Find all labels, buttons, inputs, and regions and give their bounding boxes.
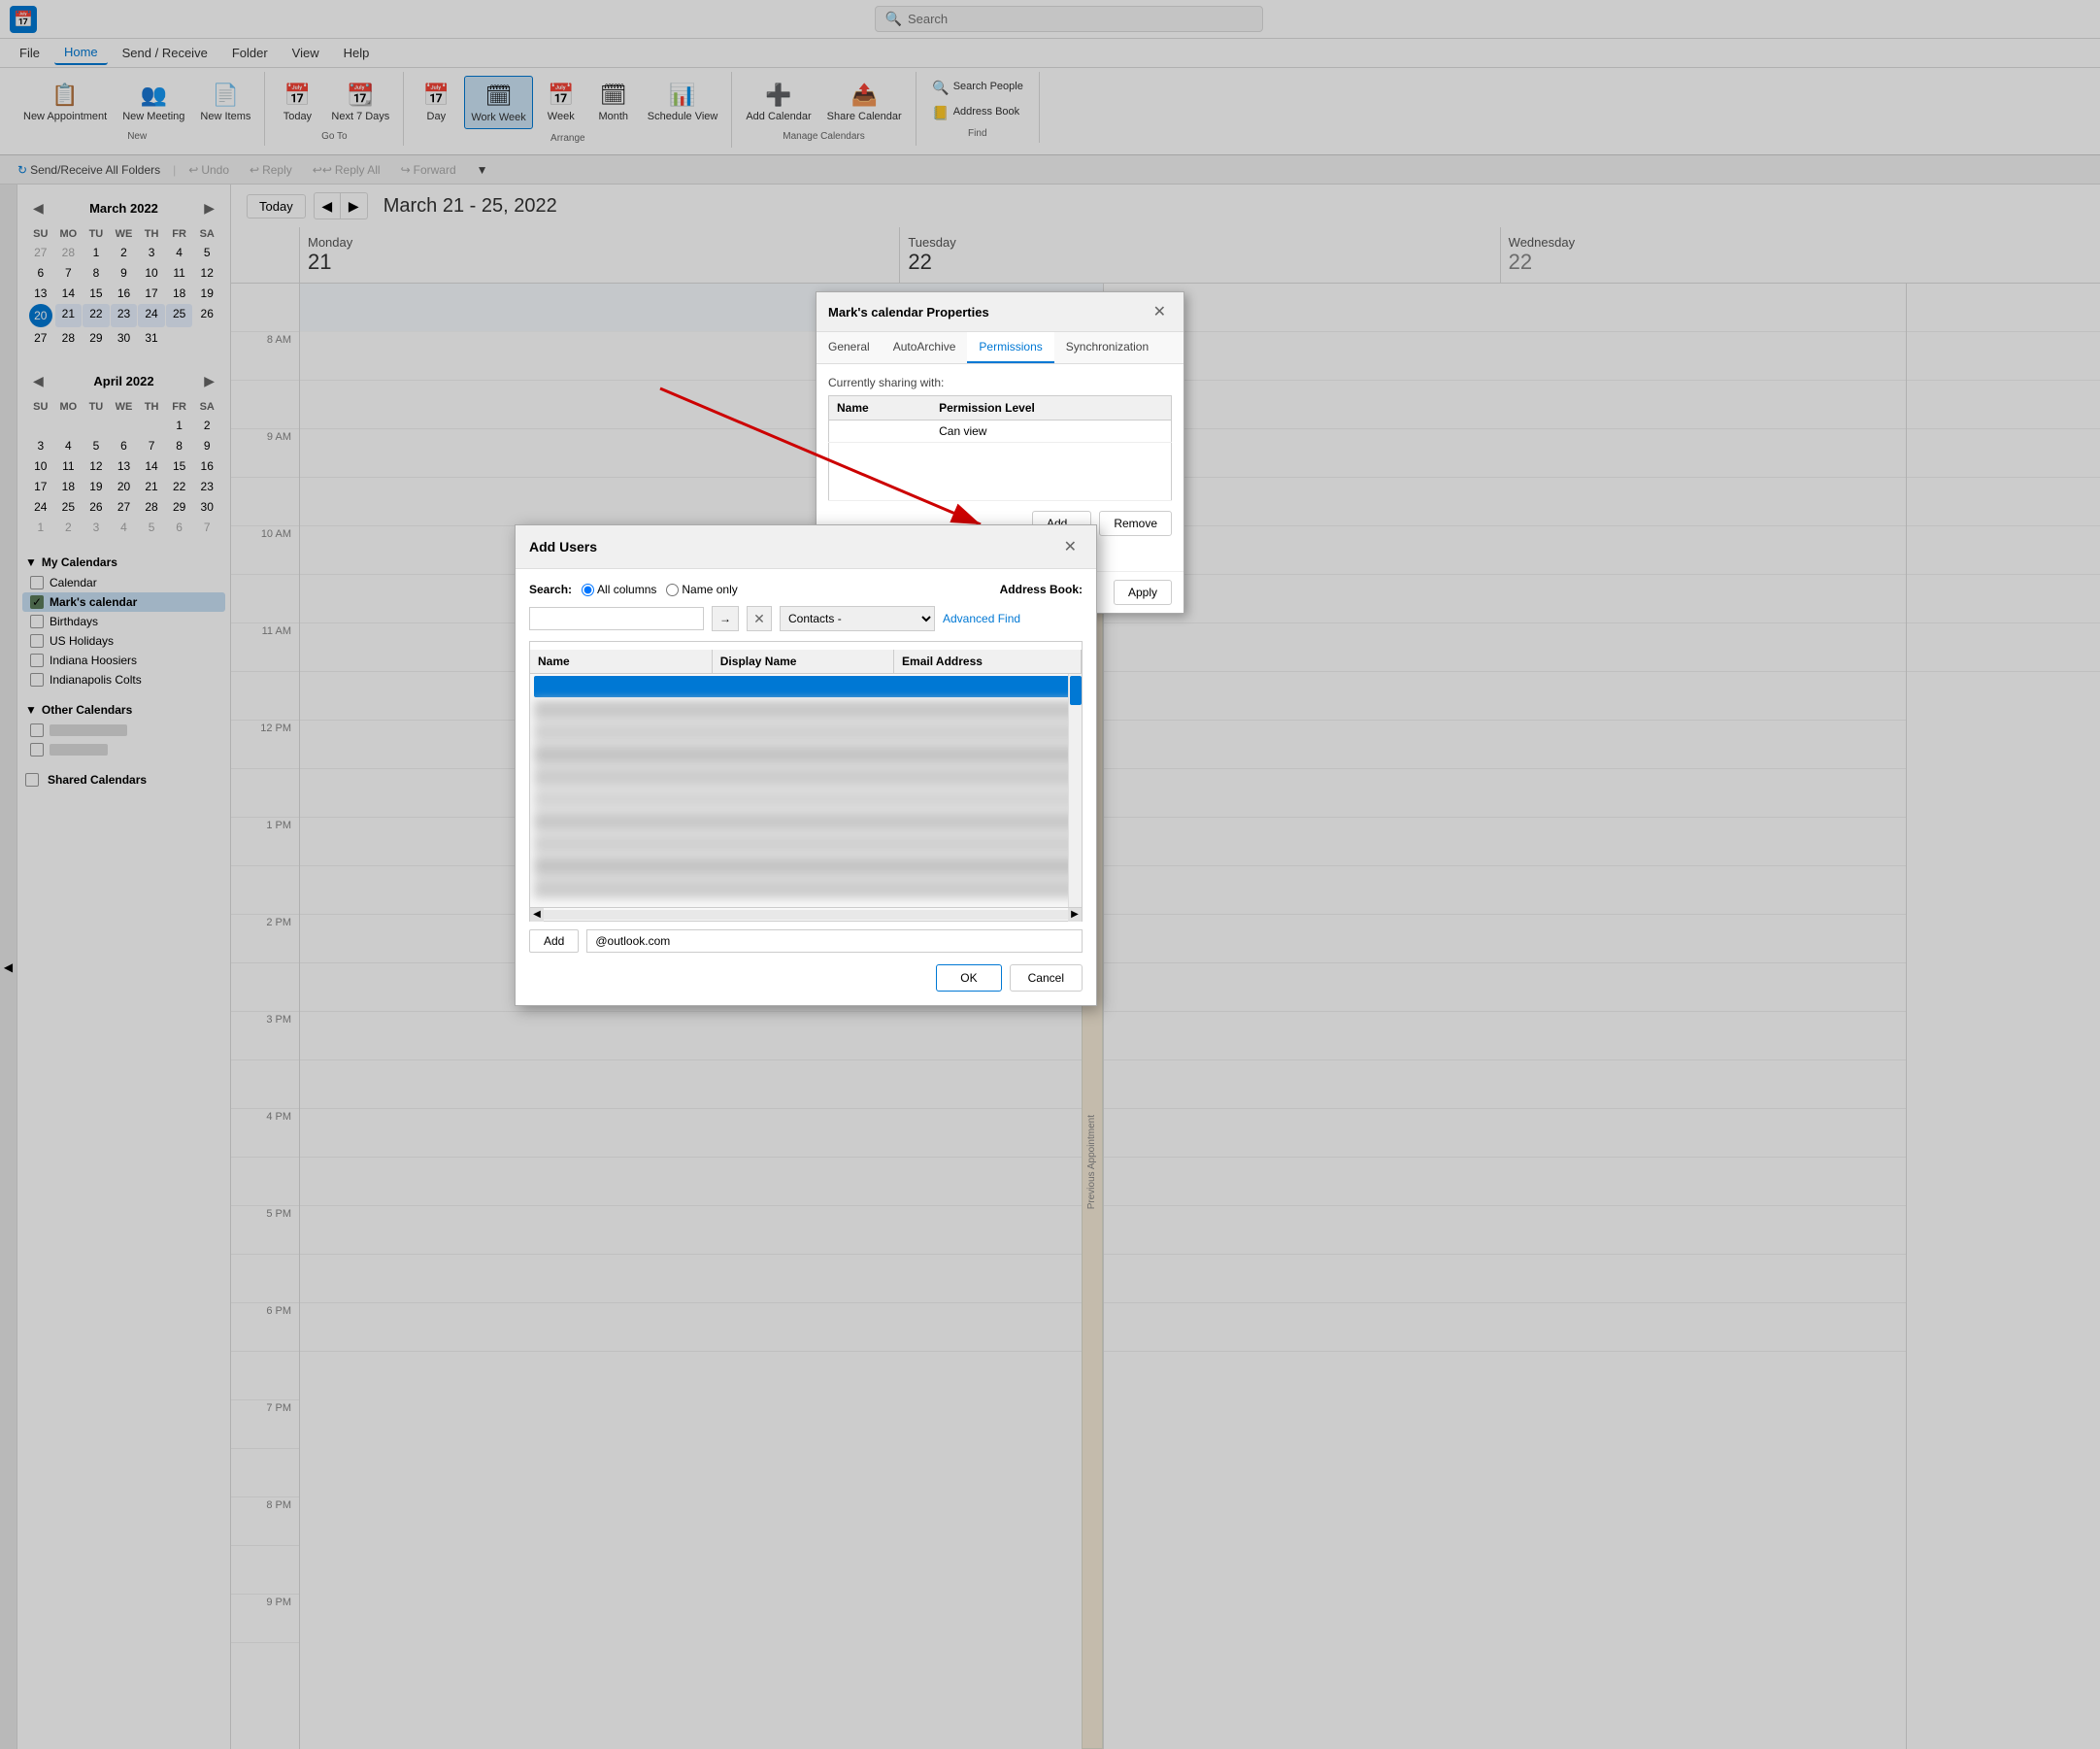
sharing-row-name — [829, 420, 932, 443]
search-label: Search: — [529, 583, 572, 596]
properties-apply-button[interactable]: Apply — [1114, 580, 1172, 605]
add-users-titlebar: Add Users ✕ — [516, 525, 1096, 569]
properties-dialog-tabs: General AutoArchive Permissions Synchron… — [817, 332, 1183, 364]
address-book-select[interactable]: Contacts - — [780, 606, 935, 631]
radio-all-input[interactable] — [582, 584, 594, 596]
search-radio-group: All columns Name only — [582, 583, 738, 596]
col-name: Name — [530, 650, 712, 674]
add-users-close-button[interactable]: ✕ — [1058, 535, 1083, 558]
contacts-scrollbar[interactable] — [1068, 674, 1082, 907]
properties-dialog-titlebar: Mark's calendar Properties ✕ — [817, 292, 1183, 332]
advanced-find-link[interactable]: Advanced Find — [943, 612, 1020, 625]
sharing-col-permission: Permission Level — [931, 396, 1171, 420]
sharing-col-name: Name — [829, 396, 932, 420]
contacts-table-container: Name Display Name Email Address — [529, 641, 1083, 908]
sharing-row[interactable]: Can view — [829, 420, 1172, 443]
search-go-button[interactable]: → — [712, 606, 739, 631]
address-book-label: Address Book: — [1000, 583, 1083, 596]
contacts-table: Name Display Name Email Address — [530, 650, 1082, 674]
scroll-right-button[interactable]: ▶ — [1068, 908, 1082, 922]
contacts-body — [530, 674, 1082, 907]
add-field-button[interactable]: Add — [529, 929, 579, 953]
sharing-table: Name Permission Level Can view — [828, 395, 1172, 501]
user-search-input[interactable] — [529, 607, 704, 630]
sharing-row-permission: Can view — [931, 420, 1171, 443]
properties-tab-synchronization[interactable]: Synchronization — [1054, 332, 1160, 363]
properties-dialog-title: Mark's calendar Properties — [828, 305, 989, 320]
radio-name-only[interactable]: Name only — [666, 583, 737, 596]
scrollbar-thumb — [1070, 676, 1082, 705]
ok-cancel-row: OK Cancel — [529, 964, 1083, 992]
add-users-body: Search: All columns Name only Address Bo… — [516, 569, 1096, 1005]
cancel-button[interactable]: Cancel — [1010, 964, 1083, 992]
sharing-label: Currently sharing with: — [828, 376, 1172, 389]
email-input[interactable] — [586, 929, 1083, 953]
ok-button[interactable]: OK — [936, 964, 1001, 992]
scroll-left-button[interactable]: ◀ — [530, 908, 544, 922]
col-display: Display Name — [712, 650, 893, 674]
horizontal-scrollbar: ◀ ▶ — [529, 908, 1083, 922]
contact-row-highlighted[interactable] — [534, 676, 1078, 697]
search-clear-button[interactable]: ✕ — [747, 606, 772, 631]
remove-sharing-button[interactable]: Remove — [1099, 511, 1172, 536]
blurred-contacts — [530, 700, 1082, 898]
add-users-dialog: Add Users ✕ Search: All columns Name onl… — [515, 524, 1097, 1006]
properties-tab-general[interactable]: General — [817, 332, 882, 363]
col-email: Email Address — [894, 650, 1082, 674]
radio-name-label: Name only — [682, 583, 737, 596]
radio-name-input[interactable] — [666, 584, 679, 596]
radio-all-label: All columns — [597, 583, 656, 596]
add-email-row: Add — [529, 929, 1083, 953]
properties-tab-autoarchive[interactable]: AutoArchive — [882, 332, 968, 363]
properties-dialog-close[interactable]: ✕ — [1148, 300, 1172, 323]
scroll-track — [544, 910, 1068, 920]
properties-tab-permissions[interactable]: Permissions — [967, 332, 1053, 363]
radio-all-columns[interactable]: All columns — [582, 583, 656, 596]
add-users-dialog-title: Add Users — [529, 539, 597, 555]
